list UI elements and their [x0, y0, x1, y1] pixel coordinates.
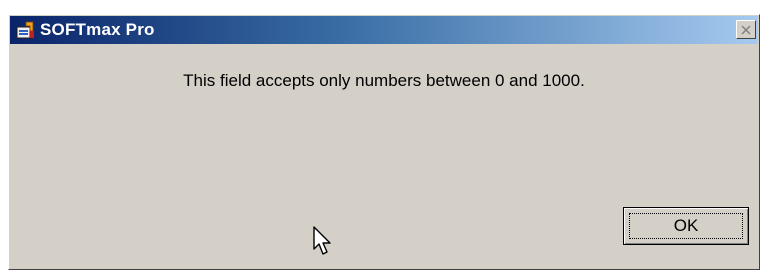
softmax-app-icon [16, 20, 36, 40]
dialog-message: This field accepts only numbers between … [183, 71, 585, 90]
alert-dialog: SOFTmax Pro This field accepts only numb… [8, 14, 760, 270]
close-button[interactable] [736, 20, 756, 39]
mouse-pointer-icon [313, 226, 331, 255]
window-title: SOFTmax Pro [40, 20, 155, 39]
close-icon [741, 25, 751, 34]
ok-button-label: OK [673, 216, 699, 235]
ok-button[interactable]: OK [623, 207, 749, 245]
title-bar: SOFTmax Pro [10, 16, 758, 44]
